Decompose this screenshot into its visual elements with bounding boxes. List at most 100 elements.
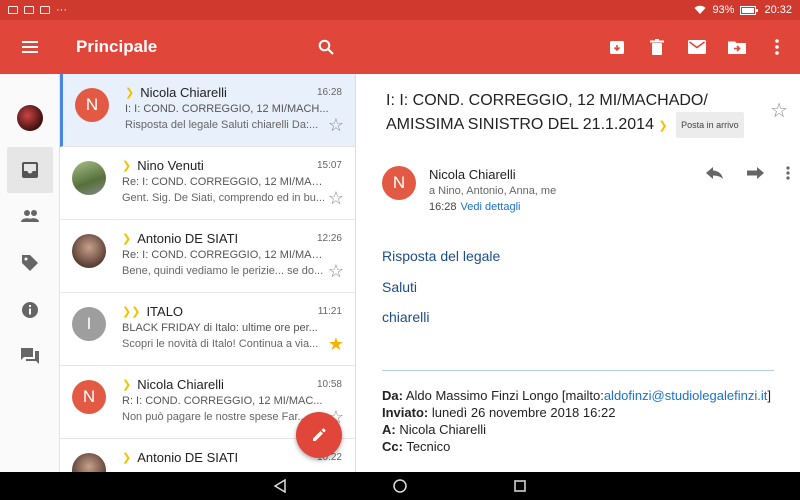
reply-icon[interactable]	[706, 167, 724, 179]
email-subject: Re: I: COND. CORREGGIO, 12 MI/MAC...	[122, 249, 328, 261]
quoted-header: Da: Aldo Massimo Finzi Longo [mailto:ald…	[382, 387, 782, 455]
sent-label: Inviato:	[382, 405, 429, 420]
email-snippet: Scopri le novità di Italo! Continua a vi…	[122, 338, 319, 350]
back-button[interactable]	[270, 476, 290, 496]
notification-icon	[40, 6, 50, 14]
email-link[interactable]: aldofinzi@studiolegalefinzi.it	[604, 388, 768, 403]
importance-marker-icon: ❯	[658, 120, 668, 133]
home-circle-icon	[393, 479, 407, 493]
star-icon[interactable]: ★	[328, 335, 344, 353]
label-icon	[22, 255, 38, 271]
people-icon	[21, 210, 39, 222]
archive-button[interactable]	[608, 38, 626, 56]
edit-pencil-icon	[313, 428, 326, 441]
sender-name: Antonio DE SIATI	[137, 450, 239, 465]
more-vert-icon	[775, 39, 779, 55]
notification-icon	[24, 6, 34, 14]
email-snippet: Gent. Sig. De Siati, comprendo ed in bu.…	[122, 192, 326, 204]
mark-unread-icon	[688, 40, 706, 54]
rail-forums[interactable]	[7, 333, 53, 379]
home-button[interactable]	[390, 476, 410, 496]
email-snippet: Non può pagare le nostre spese Far...	[122, 411, 307, 423]
search-icon	[318, 39, 334, 55]
account-avatar	[17, 105, 43, 131]
message-time-line: 16:28 Vedi dettagli	[429, 201, 520, 213]
importance-marker-icon: ❯	[125, 87, 135, 99]
navigation-rail	[0, 74, 60, 472]
more-options-button[interactable]	[768, 38, 786, 56]
battery-percent: 93%	[712, 4, 735, 16]
battery-icon	[740, 5, 759, 15]
from-label: Da:	[382, 388, 403, 403]
email-list-item[interactable]: ❯ Nino Venuti 15:07 Re: I: COND. CORREGGI…	[60, 147, 355, 220]
importance-marker-icon: ❯	[122, 160, 132, 172]
sender-avatar: N	[72, 380, 106, 414]
rail-social[interactable]	[7, 193, 53, 239]
forward-icon[interactable]	[746, 167, 764, 179]
status-time: 20:32	[764, 4, 792, 16]
star-icon[interactable]: ☆	[770, 98, 788, 123]
back-triangle-icon	[274, 479, 286, 493]
email-subject: Re: I: COND. CORREGGIO, 12 MI/MAC...	[122, 176, 328, 188]
star-icon[interactable]: ☆	[328, 116, 344, 134]
email-snippet: Bene, quindi vediamo le perizie... se do…	[122, 265, 324, 277]
recents-square-icon	[514, 480, 526, 492]
compose-button[interactable]	[296, 412, 342, 458]
email-list-item[interactable]: I ❯❯ ITALO 11:21 BLACK FRIDAY di Italo: u…	[60, 293, 355, 366]
recipients: a Nino, Antonio, Anna, me	[429, 185, 557, 197]
recents-button[interactable]	[510, 476, 530, 496]
from-value: Aldo Massimo Finzi Longo [mailto:	[402, 388, 604, 403]
rail-promotions[interactable]	[7, 240, 53, 286]
email-list-item[interactable]: N ❯ Nicola Chiarelli 16:28 I: I: COND. CO…	[60, 74, 355, 147]
forum-icon	[21, 348, 39, 364]
sender-avatar: I	[72, 307, 106, 341]
importance-marker-icon: ❯	[122, 233, 132, 245]
message-time: 16:28	[429, 201, 457, 213]
message-detail: I: I: COND. CORREGGIO, 12 MI/MACHADO/ AM…	[356, 74, 800, 472]
email-time: 16:28	[316, 87, 342, 98]
importance-marker-icon: ❯	[122, 379, 132, 391]
message-subject: I: I: COND. CORREGGIO, 12 MI/MACHADO/ AM…	[386, 90, 756, 138]
email-time: 12:26	[316, 233, 342, 244]
to-value: Nicola Chiarelli	[395, 422, 487, 437]
delete-icon	[650, 39, 664, 55]
rail-inbox[interactable]	[7, 147, 53, 193]
sender-name: Nino Venuti	[137, 158, 204, 173]
account-avatar-button[interactable]	[7, 95, 53, 141]
email-list-item[interactable]: ❯ Antonio DE SIATI 12:26 Re: I: COND. COR…	[60, 220, 355, 293]
importance-marker-icon: ❯❯	[122, 306, 141, 318]
sender-name: Antonio DE SIATI	[137, 231, 239, 246]
sender-name: Nicola Chiarelli	[429, 167, 516, 182]
search-button[interactable]	[306, 20, 346, 74]
rail-updates[interactable]	[7, 287, 53, 333]
sender-name: Nicola Chiarelli	[140, 85, 227, 100]
sender-avatar	[72, 453, 106, 472]
status-notification-icons: ···	[8, 4, 67, 16]
menu-button[interactable]	[0, 20, 60, 74]
notification-icon	[8, 6, 18, 14]
message-body-line: Risposta del legale	[382, 248, 501, 264]
sender-avatar: N	[382, 166, 416, 200]
sender-name: Nicola Chiarelli	[137, 377, 224, 392]
move-to-button[interactable]	[728, 38, 746, 56]
to-label: A:	[382, 422, 396, 437]
delete-button[interactable]	[648, 38, 666, 56]
menu-icon	[22, 41, 38, 53]
cc-value: Tecnico	[402, 439, 451, 454]
archive-icon	[610, 41, 624, 54]
email-subject: R: I: COND. CORREGGIO, 12 MI/MAC...	[122, 395, 323, 407]
message-body-line: Saluti	[382, 279, 418, 295]
more-vert-icon[interactable]	[786, 166, 790, 180]
info-icon	[22, 302, 38, 318]
star-icon[interactable]: ☆	[328, 189, 344, 207]
mark-unread-button[interactable]	[688, 38, 706, 56]
label-chip[interactable]: Posta in arrivo	[676, 112, 744, 138]
app-title: Principale	[76, 37, 158, 56]
view-details-link[interactable]: Vedi dettagli	[461, 201, 521, 213]
sender-avatar	[72, 234, 106, 268]
star-icon[interactable]: ☆	[328, 262, 344, 280]
inbox-icon	[22, 162, 38, 178]
overflow-dots-icon: ···	[56, 4, 67, 16]
cc-label: Cc:	[382, 439, 403, 454]
email-snippet: Risposta del legale Saluti chiarelli Da:…	[125, 119, 319, 131]
